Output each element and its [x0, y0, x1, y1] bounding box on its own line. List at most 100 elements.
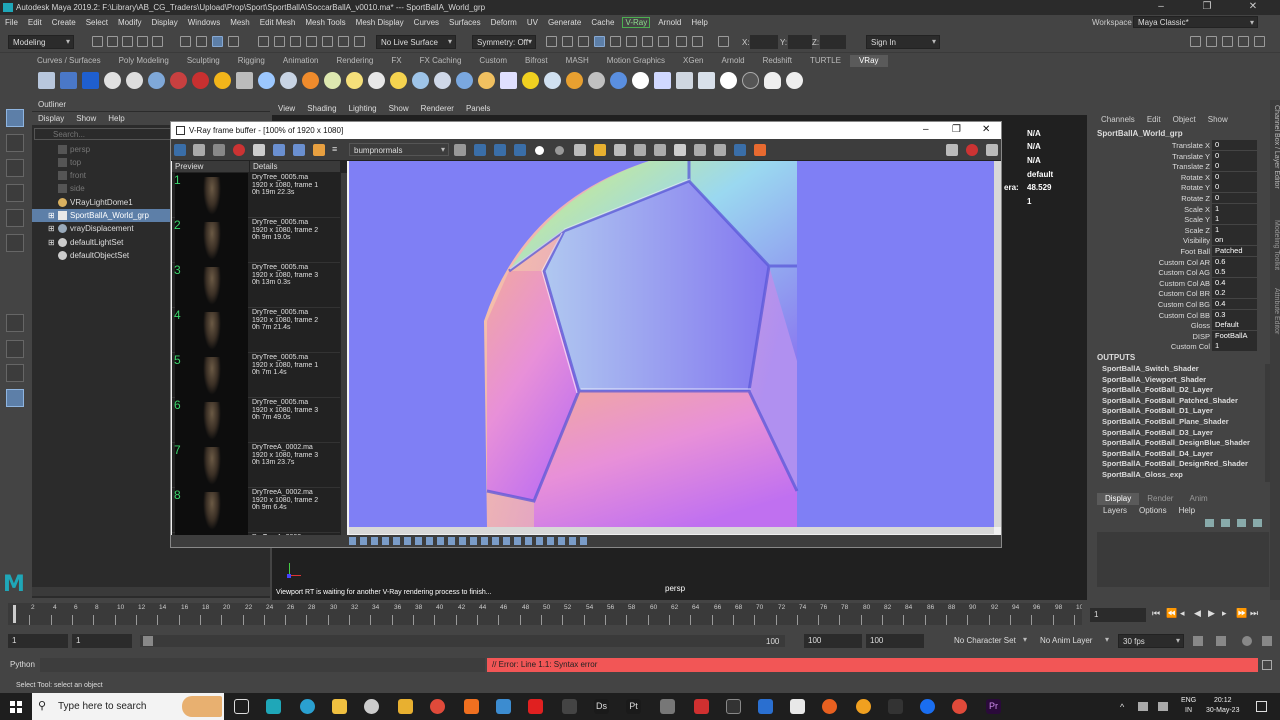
output-node[interactable]: SportBallA_Switch_Shader — [1102, 364, 1199, 375]
vp-menu-view[interactable]: View — [272, 104, 301, 113]
layer-menu-layers[interactable]: Layers — [1097, 505, 1133, 517]
app-icon[interactable] — [562, 699, 577, 714]
menu-uv[interactable]: UV — [522, 18, 543, 27]
end-frame-field[interactable]: 100 — [804, 634, 862, 648]
vray-settings-icon[interactable] — [786, 72, 803, 89]
shelf-tab-xgen[interactable]: XGen — [674, 55, 712, 67]
new-scene-icon[interactable] — [92, 36, 103, 47]
inner-start-field[interactable]: 1 — [72, 634, 132, 648]
vray-frame-buffer-icon[interactable] — [60, 72, 77, 89]
vfb-region-icon[interactable] — [574, 144, 586, 156]
menu-select[interactable]: Select — [81, 18, 113, 27]
outliner-scrollbar[interactable] — [32, 587, 270, 596]
shelf-tab-redshift[interactable]: Redshift — [754, 55, 801, 67]
vray-half-sphere-icon[interactable] — [478, 72, 495, 89]
snap-surface-icon[interactable] — [322, 36, 333, 47]
channel-attribute[interactable]: Rotate Z0 — [1095, 193, 1270, 204]
workspace-dropdown[interactable]: Maya Classic* — [1133, 16, 1258, 28]
attribute-value[interactable]: 0 — [1212, 140, 1257, 150]
shelf-tab-animation[interactable]: Animation — [274, 55, 328, 67]
vfb-render-icon[interactable] — [754, 144, 766, 156]
render-settings-icon[interactable] — [578, 36, 589, 47]
side-tab-modeling-toolkit[interactable]: Modeling Toolkit — [1270, 220, 1280, 280]
toggle-panel-icon[interactable] — [1190, 36, 1201, 47]
shelf-tab-curves[interactable]: Curves / Surfaces — [28, 55, 110, 67]
shelf-tab-vray[interactable]: VRay — [849, 55, 888, 67]
expand-icon[interactable]: ⊞ — [48, 209, 55, 222]
vray-rect-light-icon[interactable] — [324, 72, 341, 89]
channel-attribute[interactable]: Translate X0 — [1095, 140, 1270, 151]
vfb-rec-icon[interactable] — [966, 144, 978, 156]
vray-dome-light-icon[interactable] — [302, 72, 319, 89]
vfb-gray-icon[interactable] — [555, 146, 564, 155]
vfb-load-icon[interactable] — [213, 144, 225, 156]
undo-icon[interactable] — [137, 36, 148, 47]
select-component-icon[interactable] — [212, 36, 223, 47]
tray-chevron-icon[interactable]: ^ — [1120, 702, 1124, 712]
start-frame-field[interactable]: 1 — [8, 634, 68, 648]
channel-attribute[interactable]: DISP FootBallA — [1095, 330, 1270, 342]
paint-select-icon[interactable] — [6, 159, 24, 177]
attribute-value[interactable]: 0 — [1212, 193, 1257, 203]
attribute-value[interactable]: 1 — [1212, 214, 1257, 225]
attribute-value[interactable]: 0 — [1212, 171, 1257, 182]
shelf-tab-fx-caching[interactable]: FX Caching — [411, 55, 471, 67]
attribute-value[interactable]: on — [1212, 235, 1257, 246]
outliner-layout-icon[interactable] — [6, 389, 24, 407]
snap-view-icon[interactable] — [306, 36, 317, 47]
scale-tool-icon[interactable] — [6, 234, 24, 252]
vray-mtl-icon[interactable] — [170, 72, 187, 89]
shelf-tab-turtle[interactable]: TURTLE — [801, 55, 850, 67]
sign-in-button[interactable]: Sign In — [866, 35, 940, 49]
vp-menu-shading[interactable]: Shading — [301, 104, 342, 113]
channel-attribute[interactable]: Translate Z0 — [1095, 161, 1270, 172]
select-hierarchy-icon[interactable] — [180, 36, 191, 47]
vray-clock-icon[interactable] — [104, 72, 121, 89]
history-icon[interactable] — [354, 36, 365, 47]
vray-vfb-icon[interactable] — [676, 36, 687, 47]
vfb-lens-icon[interactable] — [454, 144, 466, 156]
vfb-a-icon[interactable] — [273, 144, 285, 156]
render-frame-icon[interactable] — [546, 36, 557, 47]
vray-camera-icon[interactable] — [500, 72, 517, 89]
attribute-value[interactable]: 0.3 — [1212, 309, 1257, 320]
maximize-button[interactable]: ❐ — [1184, 1, 1230, 12]
shelf-tab-rendering[interactable]: Rendering — [327, 55, 382, 67]
menu-vray[interactable]: V-Ray — [622, 16, 651, 28]
substance-painter-icon[interactable]: Pt — [626, 699, 641, 714]
ipr-render-icon[interactable] — [562, 36, 573, 47]
vfb-compare-icon[interactable] — [253, 144, 265, 156]
step-back-icon[interactable]: ◂ — [1180, 608, 1192, 619]
attribute-value[interactable]: 0.2 — [1212, 288, 1257, 299]
command-input[interactable] — [40, 658, 485, 672]
output-node[interactable]: SportBallA_FootBall_Plane_Shader — [1102, 417, 1229, 428]
vray-sphere-icon[interactable] — [148, 72, 165, 89]
vfb-bottom-icons[interactable] — [349, 537, 589, 545]
channel-attribute[interactable]: Custom Col 1 — [1095, 341, 1270, 352]
app-icon-6[interactable] — [888, 699, 903, 714]
channel-attribute[interactable]: Scale X1 — [1095, 203, 1270, 215]
vray-render-icon[interactable] — [642, 36, 653, 47]
menu-file[interactable]: File — [0, 18, 23, 27]
chrome-icon-2[interactable] — [952, 699, 967, 714]
expand-icon[interactable]: ⊞ — [48, 222, 55, 235]
vfb-b-icon[interactable] — [293, 144, 305, 156]
channel-attribute[interactable]: Rotate Y0 — [1095, 182, 1270, 193]
app-icon-5[interactable] — [790, 699, 805, 714]
vray-tag-icon[interactable] — [742, 72, 759, 89]
vray-clipper-icon[interactable] — [544, 72, 561, 89]
vfb-track-icon[interactable] — [714, 144, 726, 156]
menu-mesh-tools[interactable]: Mesh Tools — [300, 18, 350, 27]
channel-attribute[interactable]: Custom Col BG 0.4 — [1095, 299, 1270, 310]
step-forward-icon[interactable]: ▸ — [1222, 608, 1234, 619]
layer-menu-options[interactable]: Options — [1133, 505, 1173, 517]
vray-box-icon[interactable] — [676, 72, 693, 89]
vray-proxy-icon[interactable] — [236, 72, 253, 89]
output-node[interactable]: SportBallA_Viewport_Shader — [1102, 375, 1206, 386]
attribute-value[interactable]: 1 — [1212, 203, 1257, 214]
epic-games-icon[interactable] — [726, 699, 741, 714]
menu-mesh[interactable]: Mesh — [225, 18, 255, 27]
magnet-icon[interactable] — [338, 36, 349, 47]
shelf-tab-bifrost[interactable]: Bifrost — [516, 55, 557, 67]
snap-grid-icon[interactable] — [258, 36, 269, 47]
